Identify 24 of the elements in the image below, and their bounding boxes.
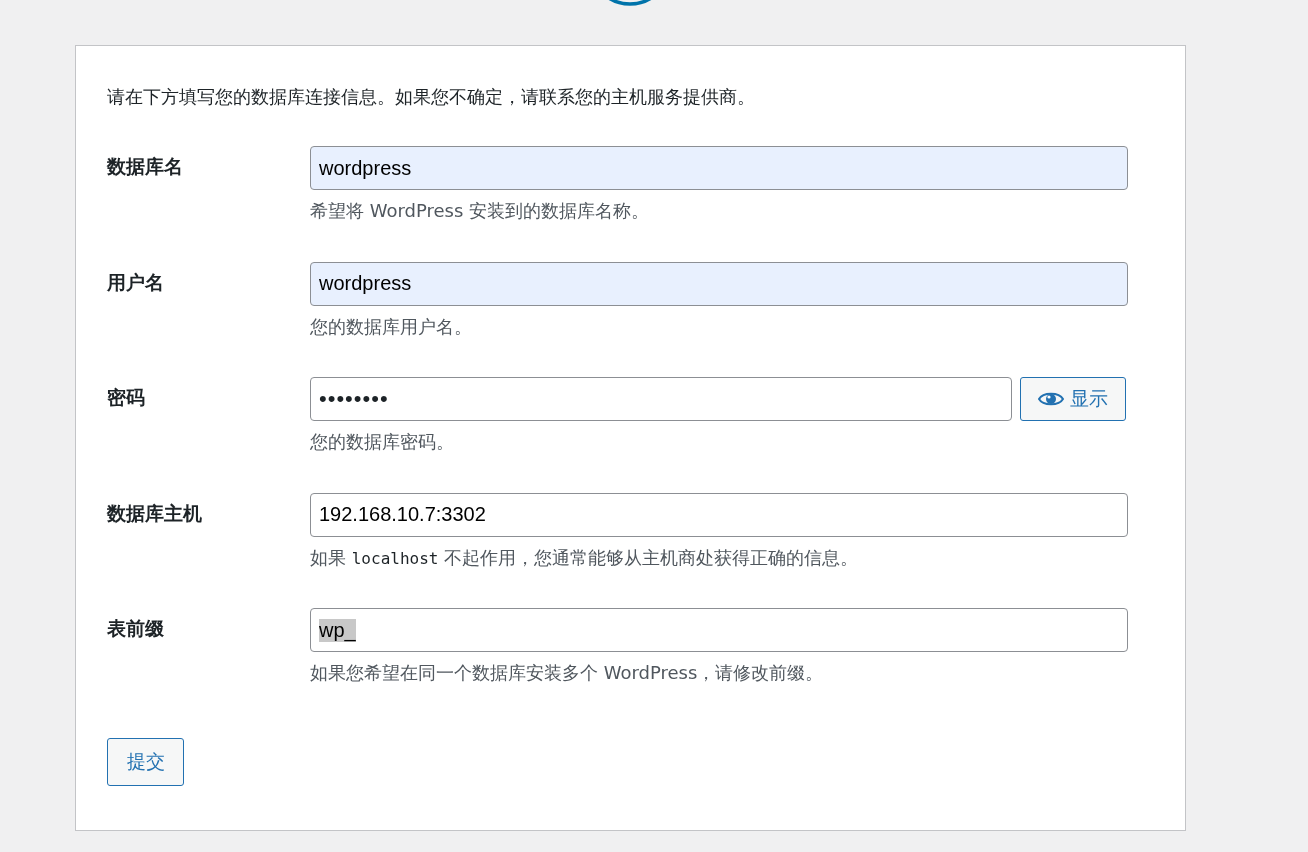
field-hint: 您的数据库用户名。 xyxy=(310,314,473,339)
field-value: •••••••• xyxy=(319,386,389,411)
intro-text: 请在下方填写您的数据库连接信息。如果您不确定，请联系您的主机服务提供商。 xyxy=(107,85,756,109)
submit-button[interactable]: 提交 xyxy=(107,737,184,786)
field-value: wp_ xyxy=(319,618,356,642)
field-label: 用户名 xyxy=(107,269,165,295)
field-label: 数据库主机 xyxy=(107,500,203,526)
eye-icon xyxy=(1038,390,1064,408)
field-value: wordpress xyxy=(319,156,412,180)
input-field[interactable]: wordpress xyxy=(310,261,1128,306)
field-value: 192.168.10.7:3302 xyxy=(319,503,486,526)
field-label: 表前缀 xyxy=(107,616,165,641)
field-hint: 如果 localhost 不起作用，您通常能够从主机商处获得正确的信息。 xyxy=(310,545,860,570)
password-field[interactable]: •••••••• xyxy=(310,377,1012,421)
field-hint: 希望将 WordPress 安装到的数据库名称。 xyxy=(310,199,651,223)
field-hint: 您的数据库密码。 xyxy=(310,430,455,454)
show-password-button[interactable]: 显示 xyxy=(1020,377,1126,421)
field-label: 密码 xyxy=(107,385,146,410)
field-label: 数据库名 xyxy=(107,154,184,179)
input-field[interactable]: 192.168.10.7:3302 xyxy=(310,492,1128,537)
field-hint: 如果您希望在同一个数据库安装多个 WordPress，请修改前缀。 xyxy=(310,661,825,685)
field-value: wordpress xyxy=(319,272,412,295)
input-field[interactable]: wp_ xyxy=(310,608,1128,652)
input-field[interactable]: wordpress xyxy=(310,146,1128,190)
